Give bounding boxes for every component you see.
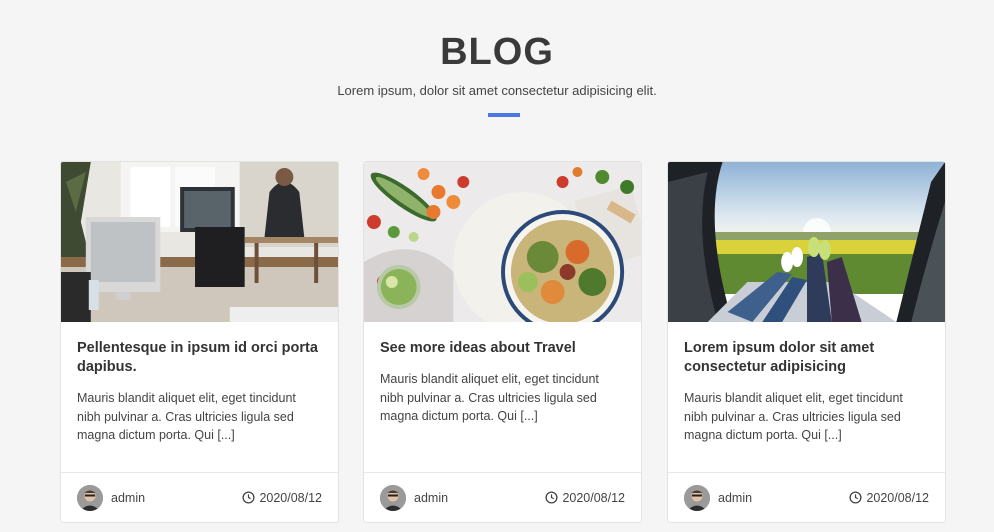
post-footer: admin 2020/08/12 <box>668 472 945 522</box>
avatar <box>380 484 406 511</box>
post-excerpt: Mauris blandit aliquet elit, eget tincid… <box>380 372 599 423</box>
post-excerpt: Mauris blandit aliquet elit, eget tincid… <box>77 391 296 442</box>
post-author[interactable]: admin <box>684 484 753 511</box>
author-name: admin <box>414 490 449 505</box>
post-title[interactable]: Pellentesque in ipsum id orci porta dapi… <box>77 339 322 377</box>
post-date: 2020/08/12 <box>545 491 625 505</box>
title-divider <box>488 113 520 117</box>
post-footer: admin 2020/08/12 <box>61 472 338 522</box>
author-name: admin <box>111 490 146 505</box>
date-text: 2020/08/12 <box>259 490 322 505</box>
post-image-tent-view[interactable] <box>668 162 945 322</box>
post-image-food[interactable] <box>364 162 641 322</box>
date-text: 2020/08/12 <box>562 490 625 505</box>
post-footer: admin 2020/08/12 <box>364 472 641 522</box>
avatar <box>77 484 103 511</box>
clock-icon <box>242 491 255 504</box>
post-author[interactable]: admin <box>380 484 449 511</box>
section-subtitle: Lorem ipsum, dolor sit amet consectetur … <box>337 83 657 98</box>
clock-icon <box>849 491 862 504</box>
post-image-office[interactable] <box>61 162 338 322</box>
blog-section: BLOG Lorem ipsum, dolor sit amet consect… <box>0 0 994 532</box>
blog-card[interactable]: Pellentesque in ipsum id orci porta dapi… <box>60 161 339 523</box>
author-name: admin <box>718 490 753 505</box>
section-title: BLOG <box>440 31 554 73</box>
post-title[interactable]: See more ideas about Travel <box>380 339 625 358</box>
post-title[interactable]: Lorem ipsum dolor sit amet consectetur a… <box>684 339 929 377</box>
date-text: 2020/08/12 <box>866 490 929 505</box>
blog-card[interactable]: Lorem ipsum dolor sit amet consectetur a… <box>667 161 946 523</box>
post-date: 2020/08/12 <box>242 491 322 505</box>
post-excerpt: Mauris blandit aliquet elit, eget tincid… <box>684 391 903 442</box>
post-author[interactable]: admin <box>77 484 146 511</box>
post-date: 2020/08/12 <box>849 491 929 505</box>
avatar <box>684 484 710 511</box>
blog-card[interactable]: See more ideas about Travel Mauris bland… <box>363 161 642 523</box>
clock-icon <box>545 491 558 504</box>
